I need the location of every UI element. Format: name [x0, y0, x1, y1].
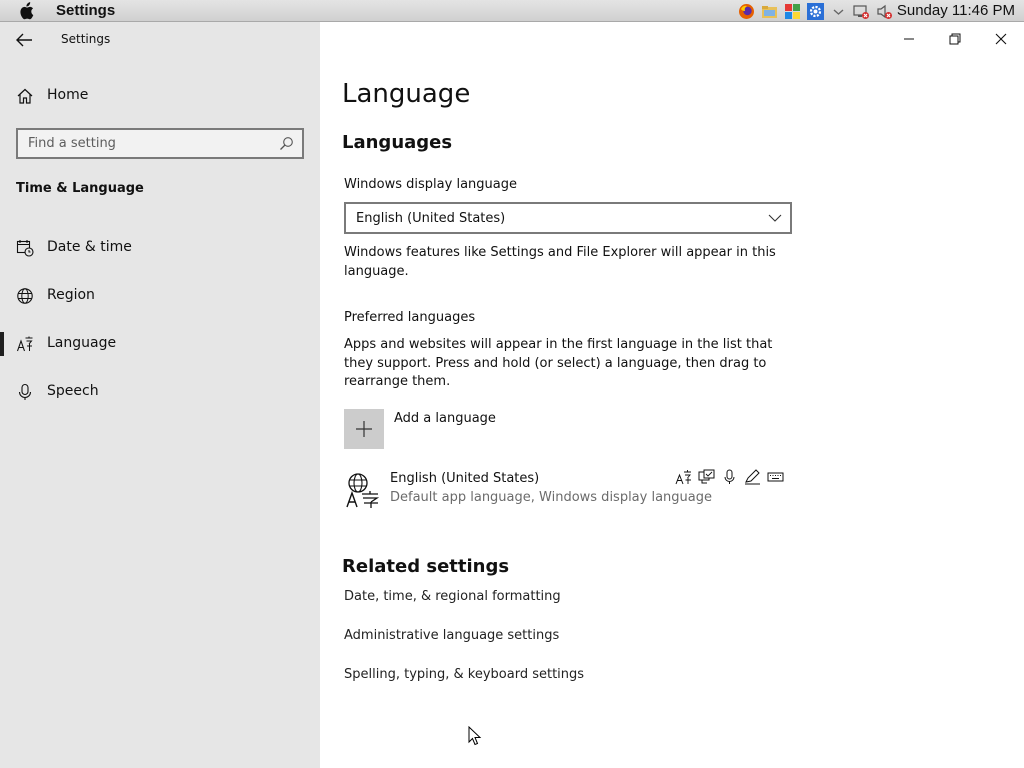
display-language-label: Windows display language	[344, 177, 517, 192]
sidebar-item-label: Speech	[47, 383, 99, 399]
sidebar-item-date-time[interactable]: Date & time	[0, 228, 320, 268]
microphone-icon	[18, 383, 32, 400]
minimize-icon[interactable]	[898, 28, 920, 50]
folder-icon[interactable]	[761, 3, 778, 20]
back-arrow-icon[interactable]	[12, 30, 36, 50]
display-language-dropdown[interactable]: English (United States)	[344, 202, 792, 234]
active-indicator	[0, 332, 4, 356]
language-subtitle: Default app language, Windows display la…	[390, 490, 713, 505]
preferred-languages-label: Preferred languages	[344, 310, 476, 325]
sidebar-item-language[interactable]: Language	[0, 324, 320, 364]
mouse-cursor-icon	[468, 726, 482, 746]
search-box[interactable]	[16, 128, 304, 159]
add-language-label[interactable]: Add a language	[394, 411, 496, 426]
related-settings-heading: Related settings	[342, 556, 510, 577]
language-globe-icon	[346, 473, 380, 508]
chevron-down-icon[interactable]	[830, 3, 847, 20]
language-list-item[interactable]: English (United States) Default app lang…	[340, 466, 792, 514]
clock[interactable]: Sunday 11:46 PM	[897, 2, 1015, 19]
link-spelling-typing-keyboard[interactable]: Spelling, typing, & keyboard settings	[344, 667, 584, 682]
sidebar-section-title: Time & Language	[16, 181, 144, 196]
display-language-note: Windows features like Settings and File …	[344, 245, 776, 279]
chevron-down-icon	[768, 214, 782, 222]
sidebar-item-label: Language	[47, 335, 117, 351]
volume-muted-icon[interactable]	[876, 3, 893, 20]
add-language-button[interactable]	[344, 409, 384, 449]
link-admin-language-settings[interactable]: Administrative language settings	[344, 628, 559, 643]
window-title: Settings	[61, 32, 111, 46]
language-icon	[16, 336, 33, 352]
system-tray	[738, 3, 893, 20]
calendar-clock-icon	[16, 240, 34, 257]
search-icon[interactable]	[279, 136, 294, 151]
display-language-icon	[675, 470, 691, 485]
gear-icon[interactable]	[807, 3, 824, 20]
color-squares-icon[interactable]	[784, 3, 801, 20]
sidebar-item-label: Date & time	[47, 239, 132, 255]
preferred-languages-note: Apps and websites will appear in the fir…	[344, 337, 773, 389]
close-icon[interactable]	[990, 28, 1012, 50]
search-input[interactable]	[18, 130, 268, 157]
sidebar-item-speech[interactable]: Speech	[0, 372, 320, 412]
languages-heading: Languages	[342, 132, 453, 153]
firefox-icon[interactable]	[738, 3, 755, 20]
menu-bar: Settings Sunday 11:46 PM	[0, 0, 1024, 22]
sidebar-item-home[interactable]: Home	[0, 76, 320, 116]
language-name: English (United States)	[390, 471, 540, 486]
sidebar-item-label: Region	[47, 287, 95, 303]
text-to-speech-icon	[698, 469, 715, 484]
menu-app-name[interactable]: Settings	[56, 2, 115, 19]
display-language-value: English (United States)	[356, 211, 506, 226]
restore-icon[interactable]	[944, 28, 966, 50]
sidebar-item-region[interactable]: Region	[0, 276, 320, 316]
page-title: Language	[342, 79, 471, 109]
network-disabled-icon[interactable]	[853, 3, 870, 20]
apple-icon[interactable]	[18, 2, 34, 20]
link-regional-formatting[interactable]: Date, time, & regional formatting	[344, 589, 561, 604]
plus-icon	[356, 421, 372, 437]
handwriting-icon	[745, 469, 760, 485]
home-icon	[17, 88, 33, 104]
globe-icon	[17, 288, 33, 304]
speech-recognition-icon	[724, 469, 735, 484]
language-feature-icons	[675, 469, 784, 485]
settings-sidebar: Settings Home Time & Language Date & tim…	[0, 22, 320, 768]
sidebar-item-label: Home	[47, 87, 89, 103]
keyboard-icon	[767, 472, 784, 482]
